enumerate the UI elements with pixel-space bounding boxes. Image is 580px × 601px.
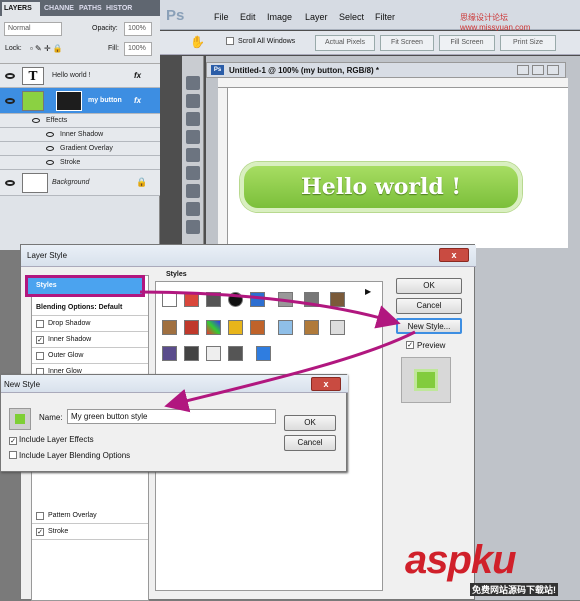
annotation-arrows	[139, 290, 416, 413]
watermark-logo: aspku	[405, 538, 517, 582]
watermark-subtitle: 免费网站源码下载站!	[470, 583, 558, 596]
